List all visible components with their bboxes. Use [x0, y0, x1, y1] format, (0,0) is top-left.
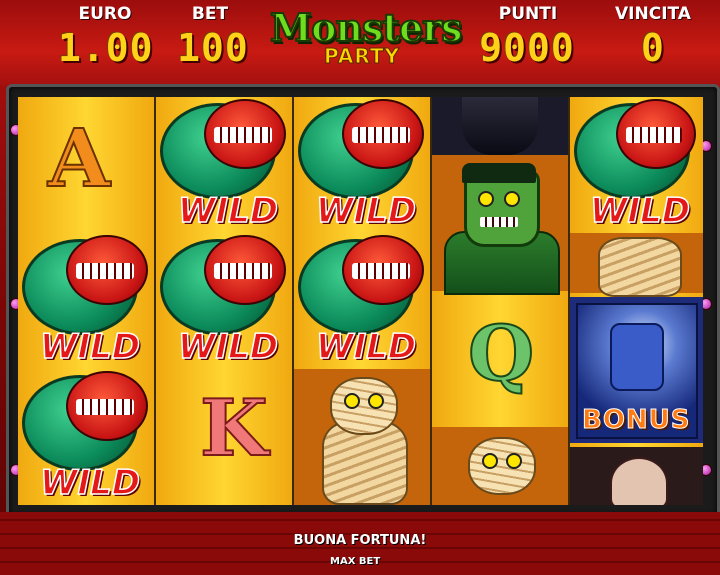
bonus-label: BONUS	[582, 405, 691, 436]
mummy-body-icon	[598, 237, 682, 297]
symbol-wild: WILD	[18, 233, 154, 369]
wild-label: WILD	[315, 326, 417, 368]
wild-label: WILD	[177, 190, 279, 232]
mummy-eye-icon	[368, 393, 384, 409]
punti-value: 9000	[479, 26, 575, 70]
plant-teeth-icon	[214, 127, 272, 143]
wild-label: WILD	[315, 190, 417, 232]
symbol-partial-bottom	[570, 447, 703, 505]
bet-label: BET	[191, 4, 229, 24]
wild-label: WILD	[589, 190, 691, 232]
symbol-bonus: BONUS	[570, 297, 703, 443]
symbol-wild: WILD	[294, 233, 430, 369]
frankenstein-eye-icon	[478, 191, 494, 207]
reels-area: A WILD WILD WILD WILD K WILD WILD Q WILD…	[18, 97, 703, 505]
symbol-a: A	[18, 97, 154, 233]
bet-value: 100	[177, 26, 249, 70]
plant-teeth-icon	[76, 263, 134, 279]
symbol-wild: WILD	[156, 97, 292, 233]
reel-4: Q	[432, 97, 568, 505]
symbol-wild: WILD	[294, 97, 430, 233]
vampire-icon	[462, 97, 538, 155]
wild-label: WILD	[39, 462, 141, 504]
mummy-eye-icon	[344, 393, 360, 409]
symbol-vampire-partial	[432, 97, 568, 155]
euro-label: EURO	[78, 4, 132, 24]
status-message: BUONA FORTUNA!	[293, 533, 427, 548]
vincita-value: 0	[641, 26, 665, 70]
symbol-mummy-partial	[432, 427, 568, 505]
plant-teeth-icon	[626, 127, 682, 143]
max-bet-button[interactable]: MAX BET	[330, 556, 380, 567]
symbol-k: K	[156, 369, 292, 505]
letter-k: K	[199, 382, 269, 475]
reel-2: WILD WILD K	[156, 97, 292, 505]
frankenstein-hair-icon	[462, 163, 536, 183]
symbol-frankenstein	[432, 155, 568, 295]
euro-value: 1.00	[58, 26, 154, 70]
symbol-wild: WILD	[156, 233, 292, 369]
symbol-mummy	[294, 369, 430, 505]
plant-teeth-icon	[352, 263, 410, 279]
symbol-wild: WILD	[18, 369, 154, 505]
frankenstein-eye-icon	[504, 191, 520, 207]
wild-label: WILD	[39, 326, 141, 368]
zombie-hand-icon	[610, 323, 664, 391]
letter-a: A	[47, 110, 111, 206]
reel-3: WILD WILD	[294, 97, 430, 505]
plant-teeth-icon	[352, 127, 410, 143]
vincita-label: VINCITA	[615, 4, 691, 24]
mummy-head-icon	[468, 437, 536, 495]
mummy-head-icon	[330, 377, 398, 435]
reel-1: A WILD WILD	[18, 97, 154, 505]
reel-5: WILD BONUS	[570, 97, 703, 505]
letter-q: Q	[467, 308, 535, 399]
punti-label: PUNTI	[498, 4, 558, 24]
wild-label: WILD	[177, 326, 279, 368]
plant-teeth-icon	[76, 399, 134, 415]
mummy-eye-icon	[506, 453, 522, 469]
frankenstein-teeth-icon	[480, 217, 518, 227]
monster-head-icon	[610, 457, 668, 505]
symbol-q: Q	[432, 291, 568, 427]
game-logo: Monsters PARTY	[269, 5, 464, 84]
mummy-eye-icon	[482, 453, 498, 469]
symbol-mummy-partial	[570, 233, 703, 297]
symbol-wild: WILD	[570, 97, 703, 233]
plant-teeth-icon	[214, 263, 272, 279]
